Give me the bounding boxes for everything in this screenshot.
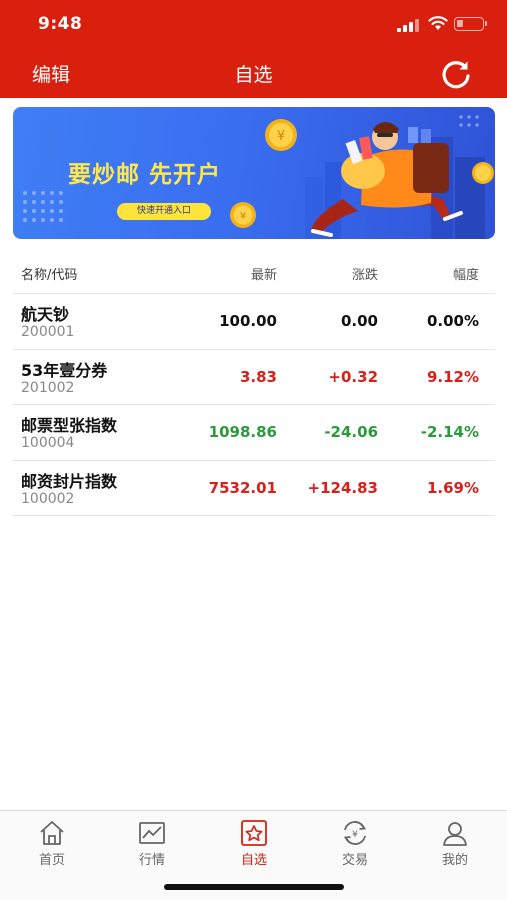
item-code: 201002 [21,379,75,396]
cellular-signal-icon [397,18,419,32]
item-name: 航天钞 [21,305,70,324]
tab-profile[interactable]: 我的 [425,819,485,868]
open-account-button[interactable]: 快速开通入口 [117,203,211,220]
svg-text:¥: ¥ [352,830,358,840]
item-change: -24.06 [324,423,378,441]
battery-icon [454,17,487,31]
status-bar: 9:48 [0,0,507,50]
watchlist: 航天钞 200001 100.00 0.00 0.00% 53年壹分券 2010… [13,294,495,516]
column-header-percent[interactable]: 幅度 [453,264,479,283]
item-change: +124.83 [307,478,378,497]
item-change: +0.32 [328,367,378,386]
item-latest-price: 7532.01 [208,478,277,497]
item-change: 0.00 [340,312,378,330]
table-row[interactable]: 邮票型张指数 100004 1098.86 -24.06 -2.14% [13,405,495,461]
home-icon [40,821,64,845]
column-header-latest[interactable]: 最新 [251,264,277,283]
tab-profile-label: 我的 [441,853,468,868]
tab-market[interactable]: 行情 [122,819,182,868]
watchlist-header: 名称/代码 最新 涨跌 幅度 [13,254,495,294]
item-code: 200001 [21,324,75,340]
column-header-change[interactable]: 涨跌 [352,264,378,283]
exchange-icon: ¥ [343,821,367,845]
item-change-percent: 9.12% [426,367,479,386]
star-icon [241,820,267,846]
item-change-percent: 0.00% [426,312,479,330]
table-row[interactable]: 航天钞 200001 100.00 0.00 0.00% [13,294,495,350]
wifi-icon [428,16,448,30]
table-row[interactable]: 53年壹分券 201002 3.83 +0.32 9.12% [13,350,495,405]
column-header-name[interactable]: 名称/代码 [21,264,77,283]
refresh-icon[interactable] [440,58,472,90]
tab-trade[interactable]: ¥ 交易 [325,819,385,868]
app-header: 9:48 编辑 自选 [0,0,507,98]
tab-market-label: 行情 [138,853,165,868]
chart-icon [139,822,165,844]
item-latest-price: 100.00 [219,312,277,330]
page-title: 自选 [234,64,273,86]
table-row[interactable]: 邮资封片指数 100002 7532.01 +124.83 1.69% [13,461,495,516]
promo-banner[interactable]: ¥ ¥ 要炒邮 先开户 快速开通入口 [13,107,495,239]
tab-home[interactable]: 首页 [22,819,82,868]
user-icon [443,822,467,846]
svg-text:¥: ¥ [240,211,246,222]
item-latest-price: 1098.86 [208,423,277,441]
tab-watchlist[interactable]: 自选 [224,819,284,868]
home-indicator[interactable] [164,884,344,890]
svg-text:¥: ¥ [277,129,285,144]
item-code: 100004 [21,435,75,451]
item-change-percent: -2.14% [420,423,479,441]
item-name: 邮票型张指数 [21,416,118,435]
item-change-percent: 1.69% [426,478,479,497]
tab-watchlist-label: 自选 [240,853,267,868]
item-latest-price: 3.83 [239,367,277,386]
tab-trade-label: 交易 [341,853,368,868]
banner-headline: 要炒邮 先开户 [68,162,222,188]
status-time: 9:48 [38,14,83,34]
item-name: 邮资封片指数 [21,471,118,491]
item-code: 100002 [21,490,75,507]
item-name: 53年壹分券 [21,360,108,380]
tab-home-label: 首页 [38,853,65,868]
